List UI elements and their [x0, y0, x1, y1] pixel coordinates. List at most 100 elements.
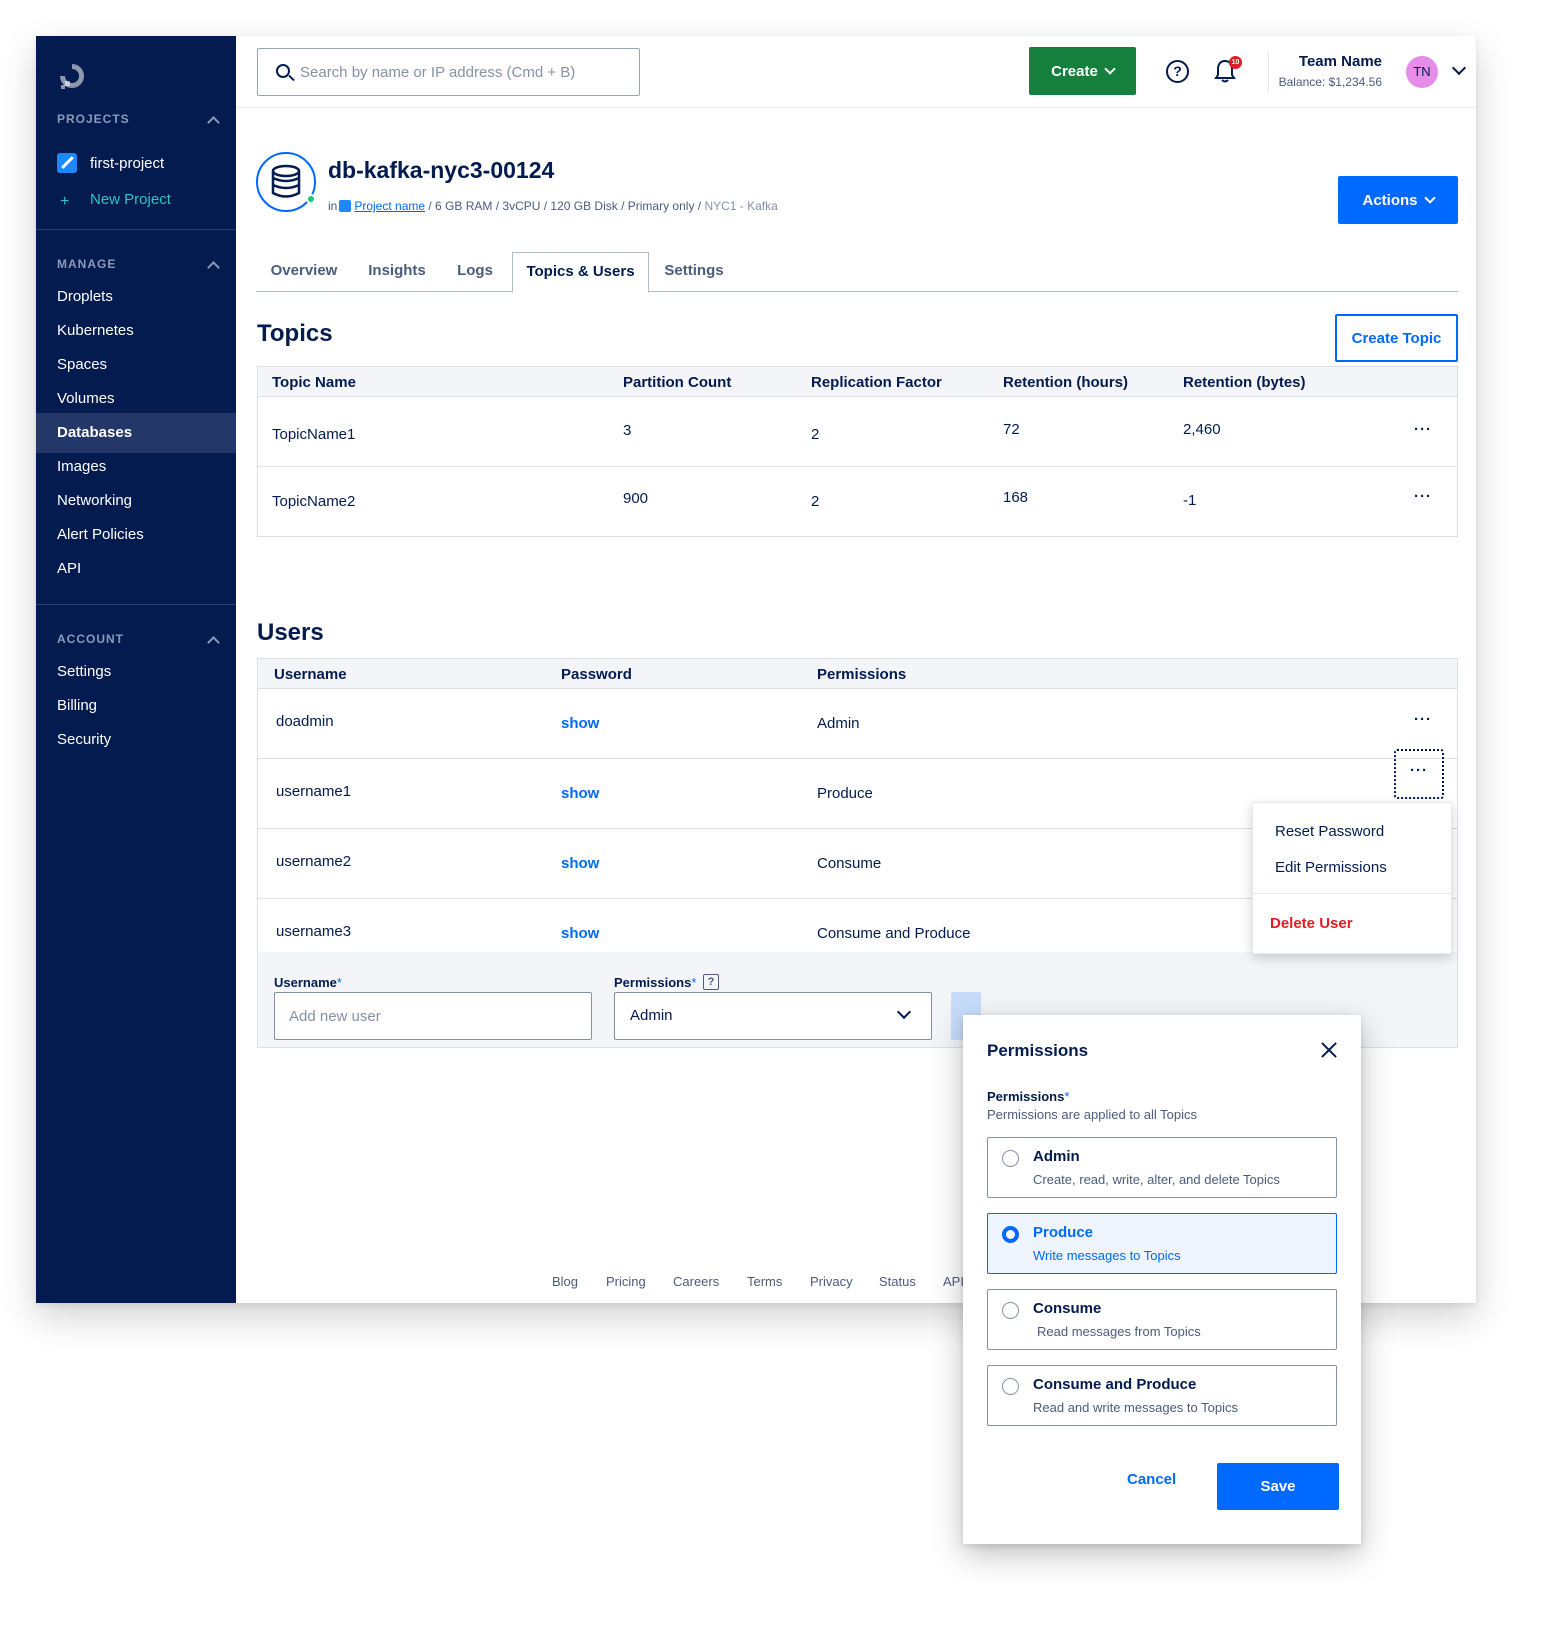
- sidebar-divider: [36, 229, 236, 230]
- search-icon: [276, 64, 290, 78]
- sidebar-item-api[interactable]: API: [36, 549, 236, 589]
- user-more-options-button-focused[interactable]: ···: [1394, 749, 1444, 799]
- topbar-divider: [1268, 52, 1269, 92]
- users-heading: Users: [257, 619, 324, 646]
- permission-option-consume-and-produce[interactable]: Consume and Produce Read and write messa…: [987, 1365, 1337, 1426]
- tab-topics-users[interactable]: Topics & Users: [512, 252, 649, 293]
- username: doadmin: [276, 713, 334, 730]
- permissions-select[interactable]: Admin: [614, 992, 932, 1040]
- create-topic-button[interactable]: Create Topic: [1335, 314, 1458, 362]
- account-balance: Balance: $1,234.56: [1278, 75, 1382, 89]
- sidebar-divider: [36, 604, 236, 605]
- tab-overview[interactable]: Overview: [256, 252, 352, 292]
- database-specs: / 6 GB RAM / 3vCPU / 120 GB Disk / Prima…: [425, 199, 705, 213]
- project-link[interactable]: Project name: [354, 199, 425, 213]
- table-header: Topic Name Partition Count Replication F…: [258, 367, 1457, 397]
- partition-count: 3: [623, 422, 632, 439]
- sidebar: PROJECTS first-project + New Project MAN…: [36, 36, 236, 1303]
- create-button-label: Create: [1051, 62, 1098, 80]
- option-description: Create, read, write, alter, and delete T…: [1033, 1172, 1280, 1187]
- permissions-select-value: Admin: [630, 1007, 673, 1024]
- manage-section-title: MANAGE: [57, 257, 117, 271]
- close-icon[interactable]: [1319, 1040, 1339, 1060]
- retention-bytes: 2,460: [1183, 421, 1221, 438]
- tab-insights[interactable]: Insights: [352, 252, 442, 292]
- sidebar-item-new-project[interactable]: New Project: [36, 180, 236, 220]
- menu-item-edit-permissions[interactable]: Edit Permissions: [1275, 859, 1387, 876]
- option-title: Consume: [1033, 1300, 1102, 1317]
- more-options-icon[interactable]: ···: [1411, 422, 1435, 441]
- username: username3: [276, 923, 352, 940]
- permission-option-admin[interactable]: Admin Create, read, write, alter, and de…: [987, 1137, 1337, 1198]
- projects-section-title: PROJECTS: [57, 112, 130, 126]
- more-options-icon: ···: [1410, 762, 1428, 779]
- help-icon[interactable]: ?: [1166, 60, 1189, 83]
- more-options-icon[interactable]: ···: [1411, 712, 1435, 731]
- account-menu-chevron-icon[interactable]: [1451, 60, 1467, 76]
- save-button[interactable]: Save: [1217, 1463, 1339, 1510]
- tab-logs[interactable]: Logs: [442, 252, 508, 292]
- username-field-label: Username*: [274, 975, 342, 990]
- in-label: in: [328, 199, 338, 213]
- option-description: Read and write messages to Topics: [1033, 1400, 1238, 1415]
- option-title: Produce: [1033, 1224, 1094, 1241]
- cancel-button[interactable]: Cancel: [1127, 1471, 1176, 1488]
- menu-item-delete-user[interactable]: Delete User: [1270, 915, 1353, 932]
- footer-link-privacy[interactable]: Privacy: [810, 1274, 853, 1289]
- manage-collapse-chevron-icon[interactable]: [207, 261, 220, 274]
- footer-link-status[interactable]: Status: [879, 1274, 916, 1289]
- avatar[interactable]: TN: [1406, 56, 1438, 88]
- option-description: Read messages from Topics: [1037, 1324, 1201, 1339]
- projects-collapse-chevron-icon[interactable]: [207, 116, 220, 129]
- permission-option-produce[interactable]: Produce Write messages to Topics: [987, 1213, 1337, 1274]
- menu-item-reset-password[interactable]: Reset Password: [1275, 823, 1384, 840]
- column-header: Replication Factor: [811, 374, 942, 391]
- show-password-link[interactable]: show: [561, 785, 599, 802]
- show-password-link[interactable]: show: [561, 925, 599, 942]
- show-password-link[interactable]: show: [561, 715, 599, 732]
- username: username2: [276, 853, 352, 870]
- show-password-link[interactable]: show: [561, 855, 599, 872]
- footer-link-careers[interactable]: Careers: [673, 1274, 719, 1289]
- footer-link-pricing[interactable]: Pricing: [606, 1274, 646, 1289]
- database-region: NYC1 - Kafka: [704, 199, 778, 213]
- table-row: doadmin show Admin ···: [258, 689, 1457, 759]
- actions-button[interactable]: Actions: [1338, 176, 1458, 224]
- topic-name: TopicName1: [272, 426, 356, 443]
- project-icon: [339, 200, 352, 212]
- chevron-down-icon: [1423, 191, 1436, 204]
- column-header: Retention (hours): [1003, 374, 1128, 391]
- column-header: Partition Count: [623, 374, 732, 391]
- username-field: [274, 992, 592, 1040]
- create-button[interactable]: Create: [1029, 47, 1136, 95]
- topics-table: Topic Name Partition Count Replication F…: [257, 366, 1458, 537]
- sidebar-item-first-project[interactable]: first-project: [36, 144, 236, 184]
- option-description: Write messages to Topics: [1033, 1248, 1181, 1263]
- tab-bar: Overview Insights Logs Topics & Users Se…: [256, 252, 1458, 293]
- footer-link-blog[interactable]: Blog: [552, 1274, 578, 1289]
- tab-settings[interactable]: Settings: [649, 252, 739, 292]
- help-icon[interactable]: ?: [703, 974, 719, 990]
- sidebar-item-security[interactable]: Security: [36, 720, 236, 760]
- radio-button[interactable]: [1002, 1378, 1019, 1395]
- search-box: [257, 48, 640, 96]
- notification-badge: 10: [1229, 56, 1242, 69]
- page-title: db-kafka-nyc3-00124: [328, 157, 555, 183]
- radio-button[interactable]: [1002, 1302, 1019, 1319]
- radio-button-selected[interactable]: [1002, 1226, 1019, 1243]
- team-name[interactable]: Team Name: [1299, 53, 1382, 70]
- user-permissions: Admin: [817, 715, 860, 732]
- user-actions-menu: Reset Password Edit Permissions Delete U…: [1252, 802, 1452, 954]
- digitalocean-logo-icon[interactable]: [56, 60, 88, 92]
- option-title: Admin: [1033, 1148, 1080, 1165]
- footer-link-terms[interactable]: Terms: [747, 1274, 782, 1289]
- radio-button[interactable]: [1002, 1150, 1019, 1167]
- topics-heading: Topics: [257, 320, 333, 347]
- username-input[interactable]: [275, 993, 591, 1039]
- account-collapse-chevron-icon[interactable]: [207, 636, 220, 649]
- footer-link-api[interactable]: API: [943, 1274, 964, 1289]
- permissions-modal: Permissions Permissions* Permissions are…: [963, 1015, 1361, 1544]
- search-input[interactable]: [300, 49, 630, 95]
- more-options-icon[interactable]: ···: [1411, 489, 1435, 508]
- permission-option-consume[interactable]: Consume Read messages from Topics: [987, 1289, 1337, 1350]
